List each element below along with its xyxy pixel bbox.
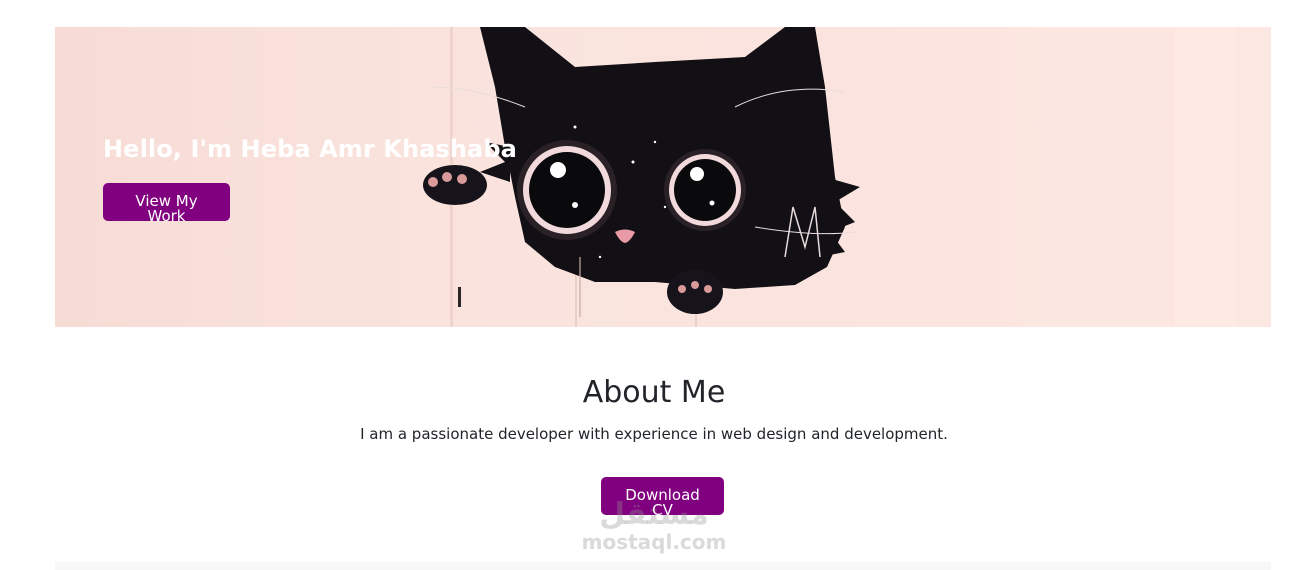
black-cat-illustration [423, 27, 1235, 327]
watermark-latin: mostaql.com [581, 530, 727, 554]
hero-title: Hello, I'm Heba Amr Khashaba [103, 135, 517, 163]
view-my-work-button[interactable]: View My Work [103, 183, 230, 224]
hero-banner: Hello, I'm Heba Amr Khashaba View My Wor… [55, 27, 1271, 327]
about-heading: About Me [582, 375, 726, 410]
download-cv-button[interactable]: Download CV [601, 477, 724, 518]
next-section-edge [55, 562, 1271, 570]
about-text: I am a passionate developer with experie… [360, 425, 948, 443]
